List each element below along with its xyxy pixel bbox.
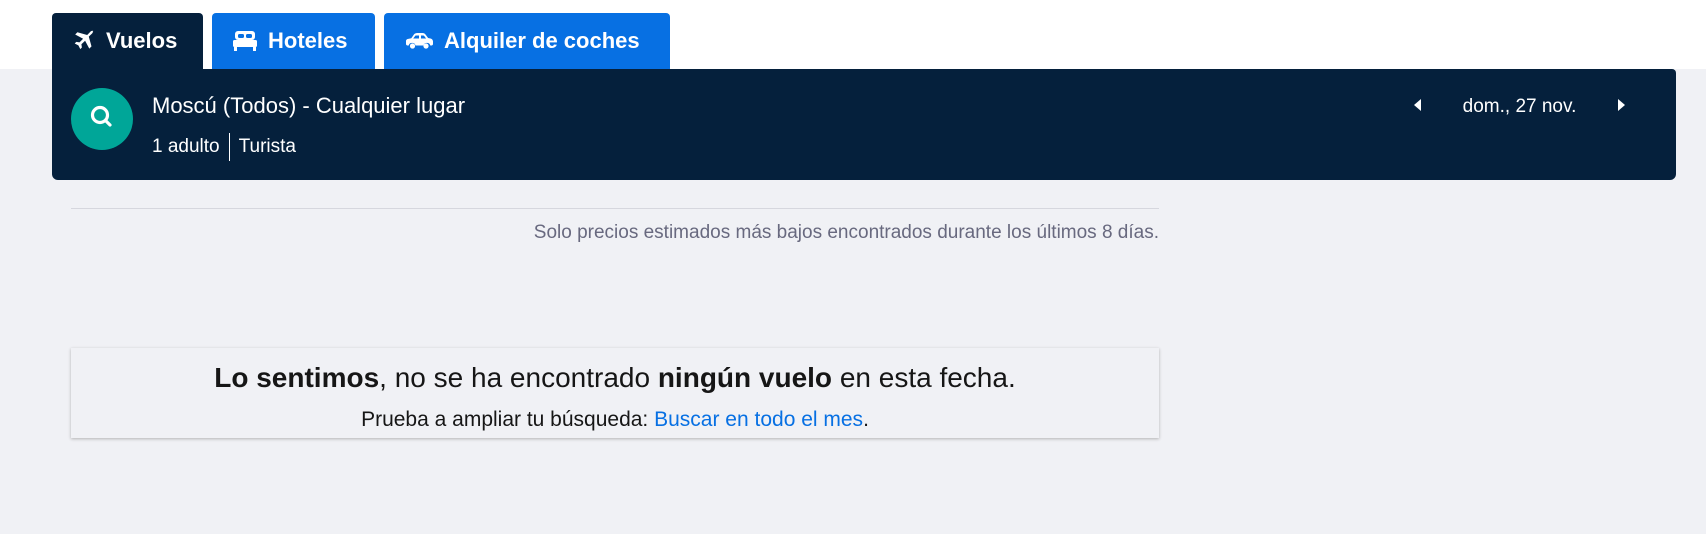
tab-car-hire[interactable]: Alquiler de coches <box>384 13 670 69</box>
search-details: 1 adulto Turista <box>152 133 296 161</box>
tab-flights-label: Vuelos <box>106 28 178 53</box>
car-icon <box>404 31 434 51</box>
tab-hotels-label: Hoteles <box>268 28 348 53</box>
no-results-bold-flight: ningún vuelo <box>657 362 833 393</box>
no-results-card: Lo sentimos, no se ha encontrado ningún … <box>71 348 1159 438</box>
no-results-text-1: , no se ha encontrado <box>379 362 658 393</box>
hint-text: Prueba a ampliar tu búsqueda: <box>361 408 655 431</box>
tab-car-hire-label: Alquiler de coches <box>444 28 640 53</box>
page: Vuelos Hoteles Alquiler de coches Moscú … <box>0 0 1706 534</box>
cabin-class: Turista <box>238 136 296 157</box>
divider <box>71 208 1159 209</box>
no-results-title: Lo sentimos, no se ha encontrado ningún … <box>71 362 1159 394</box>
search-icon <box>87 102 117 137</box>
tab-flights[interactable]: Vuelos <box>52 13 203 69</box>
bed-icon <box>232 30 258 52</box>
previous-date-button[interactable] <box>1397 87 1437 127</box>
search-whole-month-link[interactable]: Buscar en todo el mes <box>654 408 863 431</box>
chevron-right-icon <box>1617 98 1627 117</box>
no-results-text-2: en esta fecha. <box>832 362 1016 393</box>
date-navigator: dom., 27 nov. <box>1397 87 1642 127</box>
plane-icon <box>72 29 96 53</box>
details-separator <box>228 133 230 161</box>
passengers-count: 1 adulto <box>152 136 220 157</box>
next-date-button[interactable] <box>1602 87 1642 127</box>
search-summary-bar: Moscú (Todos) - Cualquier lugar 1 adulto… <box>52 69 1676 180</box>
search-route: Moscú (Todos) - Cualquier lugar <box>152 93 466 118</box>
tab-hotels[interactable]: Hoteles <box>212 13 375 69</box>
price-notice: Solo precios estimados más bajos encontr… <box>533 222 1159 243</box>
product-tabs: Vuelos Hoteles Alquiler de coches <box>52 13 670 69</box>
no-results-hint: Prueba a ampliar tu búsqueda: Buscar en … <box>71 408 1159 432</box>
selected-date: dom., 27 nov. <box>1462 96 1577 117</box>
edit-search-button[interactable] <box>71 88 133 150</box>
chevron-left-icon <box>1412 98 1422 117</box>
no-results-bold-sorry: Lo sentimos <box>214 362 380 393</box>
hint-end: . <box>863 408 869 431</box>
